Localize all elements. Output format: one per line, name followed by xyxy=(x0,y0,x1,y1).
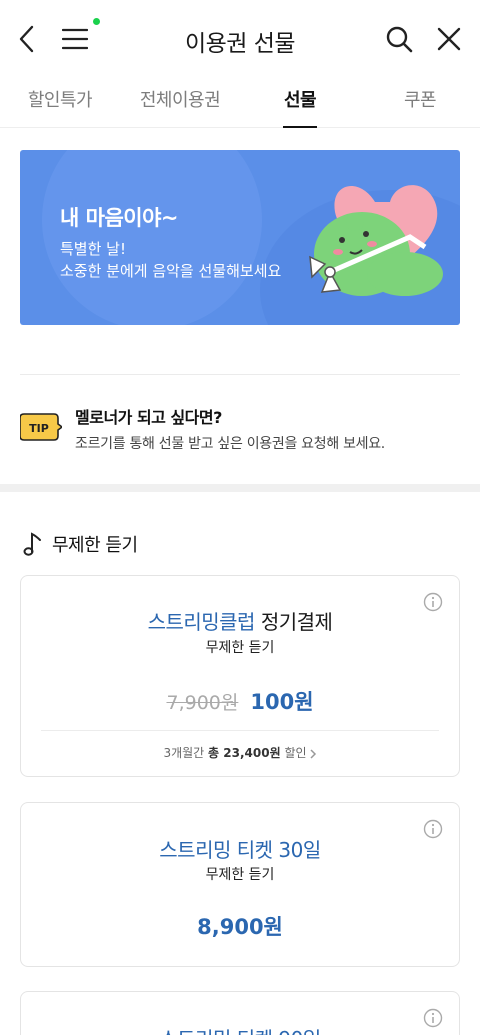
tip-title: 멜로너가 되고 싶다면? xyxy=(75,408,222,427)
product-subtitle: 무제한 듣기 xyxy=(205,640,275,656)
close-button[interactable] xyxy=(430,20,468,58)
notification-dot xyxy=(93,18,100,25)
banner-subtitle-line1: 특별한 날! xyxy=(60,240,126,258)
price-row: 7,900원 100원 xyxy=(21,686,459,716)
back-button[interactable] xyxy=(8,20,46,58)
discount-note[interactable]: 3개월간 총 23,400원 할인 xyxy=(21,744,459,761)
product-card-ticket-90[interactable]: 스트리밍 티켓 90일 xyxy=(20,991,460,1035)
tab-coupon[interactable]: 쿠폰 xyxy=(360,86,480,112)
tab-gift[interactable]: 선물 xyxy=(240,86,360,112)
tip-description: 조르기를 통해 선물 받고 싶은 이용권을 요청해 보세요. xyxy=(75,436,385,452)
hamburger-menu-icon xyxy=(62,28,88,50)
chevron-left-icon xyxy=(19,25,34,53)
tab-all-passes[interactable]: 전체이용권 xyxy=(120,86,240,112)
price-row: 8,900원 xyxy=(21,911,459,941)
original-price: 7,900원 xyxy=(166,692,239,714)
active-tab-indicator xyxy=(283,126,317,128)
close-icon xyxy=(437,27,461,51)
section-header: 무제한 듣기 xyxy=(22,530,138,558)
page-title: 이용권 선물 xyxy=(184,31,296,57)
tab-bar: 할인특가 전체이용권 선물 쿠폰 xyxy=(0,76,480,128)
app-header: 이용권 선물 xyxy=(0,0,480,76)
svg-text:TIP: TIP xyxy=(29,422,49,435)
product-subtitle: 무제한 듣기 xyxy=(205,867,275,883)
divider xyxy=(20,374,460,375)
chevron-right-icon xyxy=(310,748,316,759)
search-button[interactable] xyxy=(380,20,418,58)
product-card-streaming-club[interactable]: 스트리밍클럽 정기결제 무제한 듣기 7,900원 100원 3개월간 총 23,… xyxy=(20,575,460,777)
music-note-icon xyxy=(23,532,41,556)
product-name: 스트리밍 티켓 30일 xyxy=(159,838,321,862)
banner-title: 내 마음이야~ xyxy=(60,206,179,230)
search-icon xyxy=(386,26,413,53)
tab-discount[interactable]: 할인특가 xyxy=(0,86,120,112)
section-divider xyxy=(0,484,480,492)
banner-subtitle-line2: 소중한 분에게 음악을 선물해보세요 xyxy=(60,262,282,280)
sale-price: 8,900원 xyxy=(197,915,283,939)
menu-button[interactable] xyxy=(56,20,94,58)
sale-price: 100원 xyxy=(250,690,314,714)
mascot-illustration xyxy=(309,185,443,296)
section-title: 무제한 듣기 xyxy=(52,535,138,556)
product-card-ticket-30[interactable]: 스트리밍 티켓 30일 무제한 듣기 8,900원 xyxy=(20,802,460,967)
product-name: 스트리밍클럽 정기결제 xyxy=(147,610,333,634)
gift-banner[interactable]: 내 마음이야~ 특별한 날! 소중한 분에게 음악을 선물해보세요 xyxy=(20,150,460,325)
tip-badge-icon: TIP xyxy=(20,413,62,441)
product-name: 스트리밍 티켓 90일 xyxy=(21,1023,459,1035)
